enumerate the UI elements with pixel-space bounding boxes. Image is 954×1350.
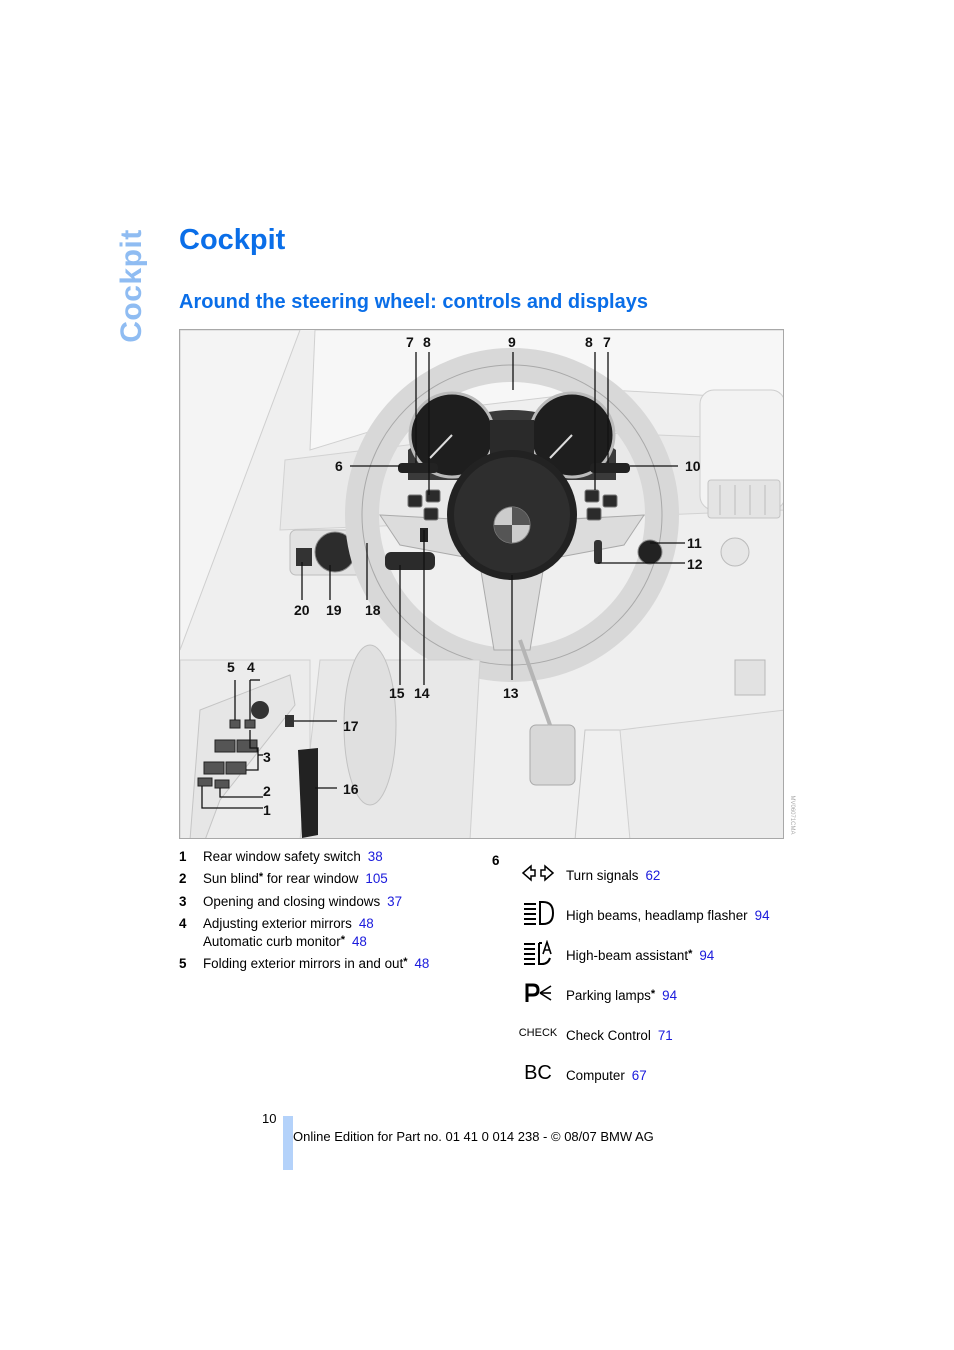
callout-16: 16: [343, 781, 359, 797]
hood-release: [285, 715, 294, 727]
fog-lamp-button: [296, 548, 312, 566]
legend-item-5: 5 Folding exterior mirrors in and out* 48: [179, 956, 479, 978]
parking-lamps-icon: [516, 979, 560, 1007]
callout-12: 12: [687, 556, 703, 572]
legend-item-computer: BC Computer 67: [516, 1059, 806, 1089]
high-beam-icon: [516, 899, 560, 927]
ignition-lock: [594, 540, 602, 564]
item-number: 3: [179, 893, 187, 909]
item-text: Automatic curb monitor: [203, 934, 341, 950]
callout-5: 5: [227, 659, 235, 675]
center-knob: [720, 537, 750, 567]
side-tab-label: Cockpit: [115, 228, 148, 343]
callout-6: 6: [335, 458, 343, 474]
callout-11: 11: [687, 535, 702, 551]
optional-star: *: [340, 934, 345, 947]
legend-item-3: 3 Opening and closing windows 37: [179, 894, 479, 916]
callout-2: 2: [263, 783, 271, 799]
page-ref-link[interactable]: 48: [359, 916, 374, 931]
callout-19: 19: [326, 602, 342, 618]
item-text: Sun blind: [203, 871, 259, 887]
section-title: Around the steering wheel: controls and …: [179, 291, 648, 313]
legend-item-2: 2 Sun blind* for rear window 105: [179, 871, 479, 893]
cockpit-illustration: 7 8 9 8 7 6 10 11 12 20 19 18 15 14 13 5…: [179, 329, 784, 839]
callout-3: 3: [263, 749, 271, 765]
page-ref-link[interactable]: 48: [414, 956, 429, 971]
callout-7-right: 7: [603, 334, 611, 350]
image-code-text: MV06071CMA: [789, 795, 795, 835]
page-ref-link[interactable]: 62: [645, 868, 660, 883]
check-control-icon: CHECK: [518, 1027, 558, 1039]
callout-8-right: 8: [585, 334, 593, 350]
item-number: 2: [179, 871, 187, 887]
page-number: 10: [262, 1111, 277, 1126]
page-ref-link[interactable]: 94: [699, 948, 714, 963]
callout-1: 1: [263, 802, 271, 818]
page-ref-link[interactable]: 105: [365, 871, 387, 886]
item-number: 1: [179, 849, 187, 864]
page-title: Cockpit: [179, 224, 286, 256]
item-number: 5: [179, 956, 187, 972]
item-text: Computer: [566, 1068, 625, 1083]
optional-star: *: [650, 988, 656, 1000]
item-text: Check Control: [566, 1028, 651, 1043]
item-text: Folding exterior mirrors in and out: [203, 956, 404, 972]
callout-4: 4: [247, 659, 255, 675]
computer-icon: BC: [524, 1061, 552, 1084]
legend-item-high-beam-assistant: High-beam assistant* 94: [516, 939, 806, 969]
turn-signal-icon: [516, 859, 560, 887]
right-stalk: [590, 463, 630, 473]
legend-item-1: 1 Rear window safety switch 38: [179, 849, 479, 871]
item-text: High beams, headlamp flasher: [566, 908, 748, 923]
callout-18: 18: [365, 602, 381, 618]
footer-text: Online Edition for Part no. 01 41 0 014 …: [293, 1129, 654, 1144]
item-text: High-beam assistant: [566, 948, 689, 963]
legend-item-turn-signals: Turn signals 62: [516, 859, 806, 889]
page-ref-link[interactable]: 37: [387, 894, 402, 909]
callout-14: 14: [414, 685, 430, 701]
high-beam-assistant-icon: [516, 939, 560, 967]
callout-9: 9: [508, 334, 516, 350]
item-number: 6: [492, 853, 500, 868]
legend-item-high-beams: High beams, headlamp flasher 94: [516, 899, 806, 929]
left-stalk: [398, 463, 438, 473]
pedal: [529, 724, 576, 786]
item-text: Turn signals: [566, 868, 639, 883]
item-text: Adjusting exterior mirrors: [203, 916, 352, 932]
legend-item-parking-lamps: Parking lamps* 94: [516, 979, 806, 1009]
side-chapter-tab: Cockpit: [112, 228, 152, 343]
mirror-joystick: [251, 701, 269, 719]
callout-15: 15: [389, 685, 405, 701]
legend-left: 1 Rear window safety switch 38 2 Sun blin…: [179, 849, 479, 979]
page-ref-link[interactable]: 67: [632, 1068, 647, 1083]
item-text: Opening and closing windows: [203, 893, 381, 909]
page-ref-link[interactable]: 94: [662, 988, 677, 1003]
center-console: [619, 709, 783, 838]
item-text-after: for rear window: [263, 871, 359, 887]
legend-item-check-control: CHECK Check Control 71: [516, 1019, 806, 1049]
callout-10: 10: [685, 458, 701, 474]
item-text: Parking lamps: [566, 988, 651, 1003]
callout-8-left: 8: [423, 334, 431, 350]
page-ref-link[interactable]: 38: [368, 849, 383, 864]
optional-star: *: [688, 948, 693, 960]
footer-accent-bar: [283, 1116, 293, 1170]
page-ref-link[interactable]: 94: [755, 908, 770, 923]
callout-20: 20: [294, 602, 310, 618]
page-ref-link[interactable]: 71: [658, 1028, 673, 1043]
legend-item-4: 4 Adjusting exterior mirrors 48 Automatic…: [179, 916, 479, 956]
optional-star: *: [403, 956, 408, 969]
image-code: MV06071CMA: [787, 790, 797, 840]
callout-17: 17: [343, 718, 359, 734]
callout-13: 13: [503, 685, 519, 701]
item-text: Rear window safety switch: [203, 849, 361, 864]
page-ref-link[interactable]: 48: [352, 934, 367, 949]
air-vent: [707, 479, 781, 519]
wiper-stalk: [385, 552, 435, 570]
callout-7-left: 7: [406, 334, 414, 350]
center-buttons: [734, 659, 766, 696]
item-number: 4: [179, 916, 187, 932]
